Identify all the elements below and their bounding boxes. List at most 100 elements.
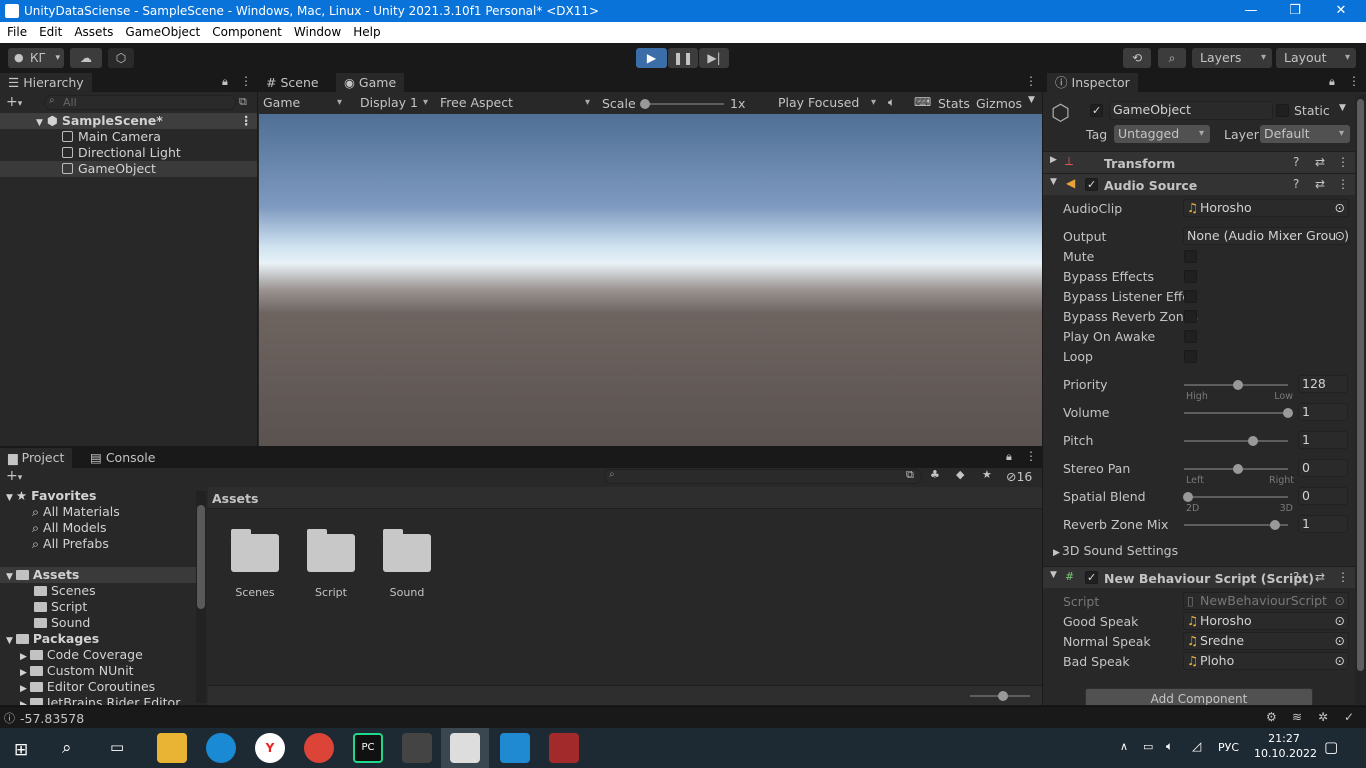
- menu-edit[interactable]: Edit: [39, 22, 62, 43]
- folder-item[interactable]: Scenes: [34, 583, 96, 599]
- favorites-header[interactable]: ▼ ★ Favorites: [6, 488, 96, 504]
- tab-console[interactable]: ▤ Console: [82, 448, 163, 467]
- unity-hub-icon[interactable]: [402, 733, 432, 763]
- audio-source-header[interactable]: ▼ ◀ Audio Source ? ⇄ ⋮: [1043, 173, 1366, 195]
- menu-assets[interactable]: Assets: [74, 22, 113, 43]
- tab-inspector[interactable]: ⓘ Inspector: [1047, 73, 1138, 92]
- kebab-menu-icon[interactable]: ⋮: [1337, 155, 1349, 169]
- audio-clip-field[interactable]: ♫ Sredne ⊙: [1183, 632, 1349, 650]
- toggle-checkbox[interactable]: [1184, 310, 1197, 323]
- inspector-scrollbar[interactable]: [1355, 95, 1366, 705]
- slider-value-field[interactable]: 1: [1298, 515, 1348, 533]
- label-icon[interactable]: ◆: [956, 468, 964, 481]
- object-picker-icon[interactable]: ⊙: [1335, 200, 1345, 216]
- slider-value-field[interactable]: 128: [1298, 375, 1348, 393]
- windows-start-icon[interactable]: ⊞: [14, 740, 28, 760]
- hierarchy-search-input[interactable]: All: [44, 95, 236, 110]
- chevron-down-icon[interactable]: ▼: [1028, 95, 1035, 105]
- package-item[interactable]: ▶ Code Coverage: [20, 647, 143, 663]
- audio-mute-icon[interactable]: 🔈︎: [888, 95, 895, 110]
- asset-folder-sound[interactable]: Sound: [383, 529, 431, 599]
- preset-icon[interactable]: ⇄: [1315, 177, 1325, 191]
- account-button[interactable]: ● КГ ▾: [8, 48, 64, 68]
- object-name-field[interactable]: GameObject: [1109, 101, 1273, 120]
- tab-game[interactable]: ◉ Game: [336, 73, 405, 92]
- slider-knob[interactable]: [1270, 520, 1280, 530]
- check-icon[interactable]: ✓: [1344, 710, 1354, 724]
- asset-folder-scenes[interactable]: Scenes: [231, 529, 279, 599]
- history-button[interactable]: ⟲: [1123, 48, 1151, 68]
- static-checkbox[interactable]: [1276, 104, 1289, 117]
- menu-help[interactable]: Help: [353, 22, 380, 43]
- pycharm-icon[interactable]: PC: [353, 733, 383, 763]
- menu-gameobject[interactable]: GameObject: [125, 22, 200, 43]
- output-field[interactable]: None (Audio Mixer Group) ⊙: [1183, 227, 1349, 245]
- step-button[interactable]: ▶|: [699, 48, 729, 68]
- audioclip-field[interactable]: ♫ Horosho ⊙: [1183, 199, 1349, 217]
- folder-item[interactable]: Sound: [34, 615, 90, 631]
- slider-track[interactable]: [1184, 496, 1288, 498]
- create-asset-button[interactable]: +▾: [6, 468, 22, 484]
- keyboard-icon[interactable]: ⌨: [914, 95, 931, 109]
- package-item[interactable]: ▶ Editor Coroutines: [20, 679, 155, 695]
- slider-knob[interactable]: [1248, 436, 1258, 446]
- transform-header[interactable]: ▶ ⟂ Transform ? ⇄ ⋮: [1043, 151, 1366, 173]
- package-item[interactable]: ▶ JetBrains Rider Editor: [20, 695, 180, 705]
- minimize-button[interactable]: —: [1228, 0, 1274, 22]
- add-component-button[interactable]: Add Component: [1085, 688, 1313, 705]
- kebab-menu-icon[interactable]: ⋮: [1348, 74, 1360, 88]
- task-view-icon[interactable]: ▭: [110, 738, 124, 756]
- scale-slider-knob[interactable]: [640, 99, 650, 109]
- tab-hierarchy[interactable]: ☰ Hierarchy: [0, 73, 92, 92]
- unity-editor-task-active[interactable]: [441, 728, 489, 768]
- packages-folder-row[interactable]: ▼ Packages: [6, 631, 99, 647]
- package-item[interactable]: ▶ Custom NUnit: [20, 663, 134, 679]
- object-picker-icon[interactable]: ⊙: [1335, 653, 1345, 669]
- add-object-button[interactable]: +▾: [6, 94, 22, 110]
- assets-folder-row[interactable]: ▼ Assets: [0, 567, 196, 583]
- tab-scene[interactable]: # Scene: [258, 73, 327, 92]
- lock-icon[interactable]: 🔒︎: [1006, 450, 1012, 464]
- slider-knob[interactable]: [1183, 492, 1193, 502]
- slider-value-field[interactable]: 0: [1298, 487, 1348, 505]
- layout-dropdown[interactable]: Layout: [1276, 48, 1356, 68]
- cache-icon[interactable]: ≋: [1292, 710, 1302, 724]
- play-focused-dropdown[interactable]: Play Focused: [770, 93, 882, 113]
- collab-button[interactable]: ⬡: [108, 48, 134, 68]
- icon-size-knob[interactable]: [998, 691, 1008, 701]
- hierarchy-item[interactable]: Main Camera: [0, 129, 257, 145]
- help-icon[interactable]: ?: [1293, 155, 1299, 169]
- menu-component[interactable]: Component: [212, 22, 282, 43]
- tray-chevron-icon[interactable]: ∧: [1120, 740, 1128, 753]
- display-dropdown[interactable]: Display 1: [352, 93, 434, 113]
- tree-scrollbar[interactable]: [196, 491, 206, 703]
- search-icon[interactable]: ⌕: [62, 738, 72, 758]
- menu-window[interactable]: Window: [294, 22, 341, 43]
- script-component-header[interactable]: ▼ # New Behaviour Script (Script) ? ⇄ ⋮: [1043, 566, 1366, 588]
- toggle-checkbox[interactable]: [1184, 350, 1197, 363]
- volume-icon[interactable]: 🔈︎: [1166, 739, 1173, 754]
- lock-icon[interactable]: 🔒︎: [1329, 75, 1335, 89]
- star-icon[interactable]: ★: [982, 468, 992, 481]
- kebab-menu-icon[interactable]: ⋮: [1025, 74, 1037, 88]
- restore-button[interactable]: ❐: [1272, 0, 1318, 22]
- asset-folder-script[interactable]: Script: [307, 529, 355, 599]
- slider-value-field[interactable]: 1: [1298, 431, 1348, 449]
- language-indicator[interactable]: РУС: [1218, 741, 1239, 754]
- cloud-button[interactable]: ☁: [70, 48, 102, 68]
- project-search-input[interactable]: [604, 469, 922, 484]
- object-picker-icon[interactable]: ⊙: [1335, 613, 1345, 629]
- toggle-checkbox[interactable]: [1184, 290, 1197, 303]
- preset-icon[interactable]: ⇄: [1315, 570, 1325, 584]
- stats-button[interactable]: Stats: [938, 96, 970, 111]
- tree-scrollbar-thumb[interactable]: [197, 505, 205, 609]
- file-explorer-icon[interactable]: [157, 733, 187, 763]
- toggle-checkbox[interactable]: [1184, 250, 1197, 263]
- close-button[interactable]: ✕: [1318, 0, 1364, 22]
- hierarchy-item-selected[interactable]: GameObject: [0, 161, 257, 177]
- audio-source-enabled-checkbox[interactable]: [1085, 178, 1098, 191]
- tag-dropdown[interactable]: Untagged: [1114, 125, 1210, 143]
- breadcrumb[interactable]: Assets: [212, 491, 258, 506]
- network-icon[interactable]: ◿: [1192, 739, 1201, 753]
- kebab-menu-icon[interactable]: ⋮: [240, 74, 252, 88]
